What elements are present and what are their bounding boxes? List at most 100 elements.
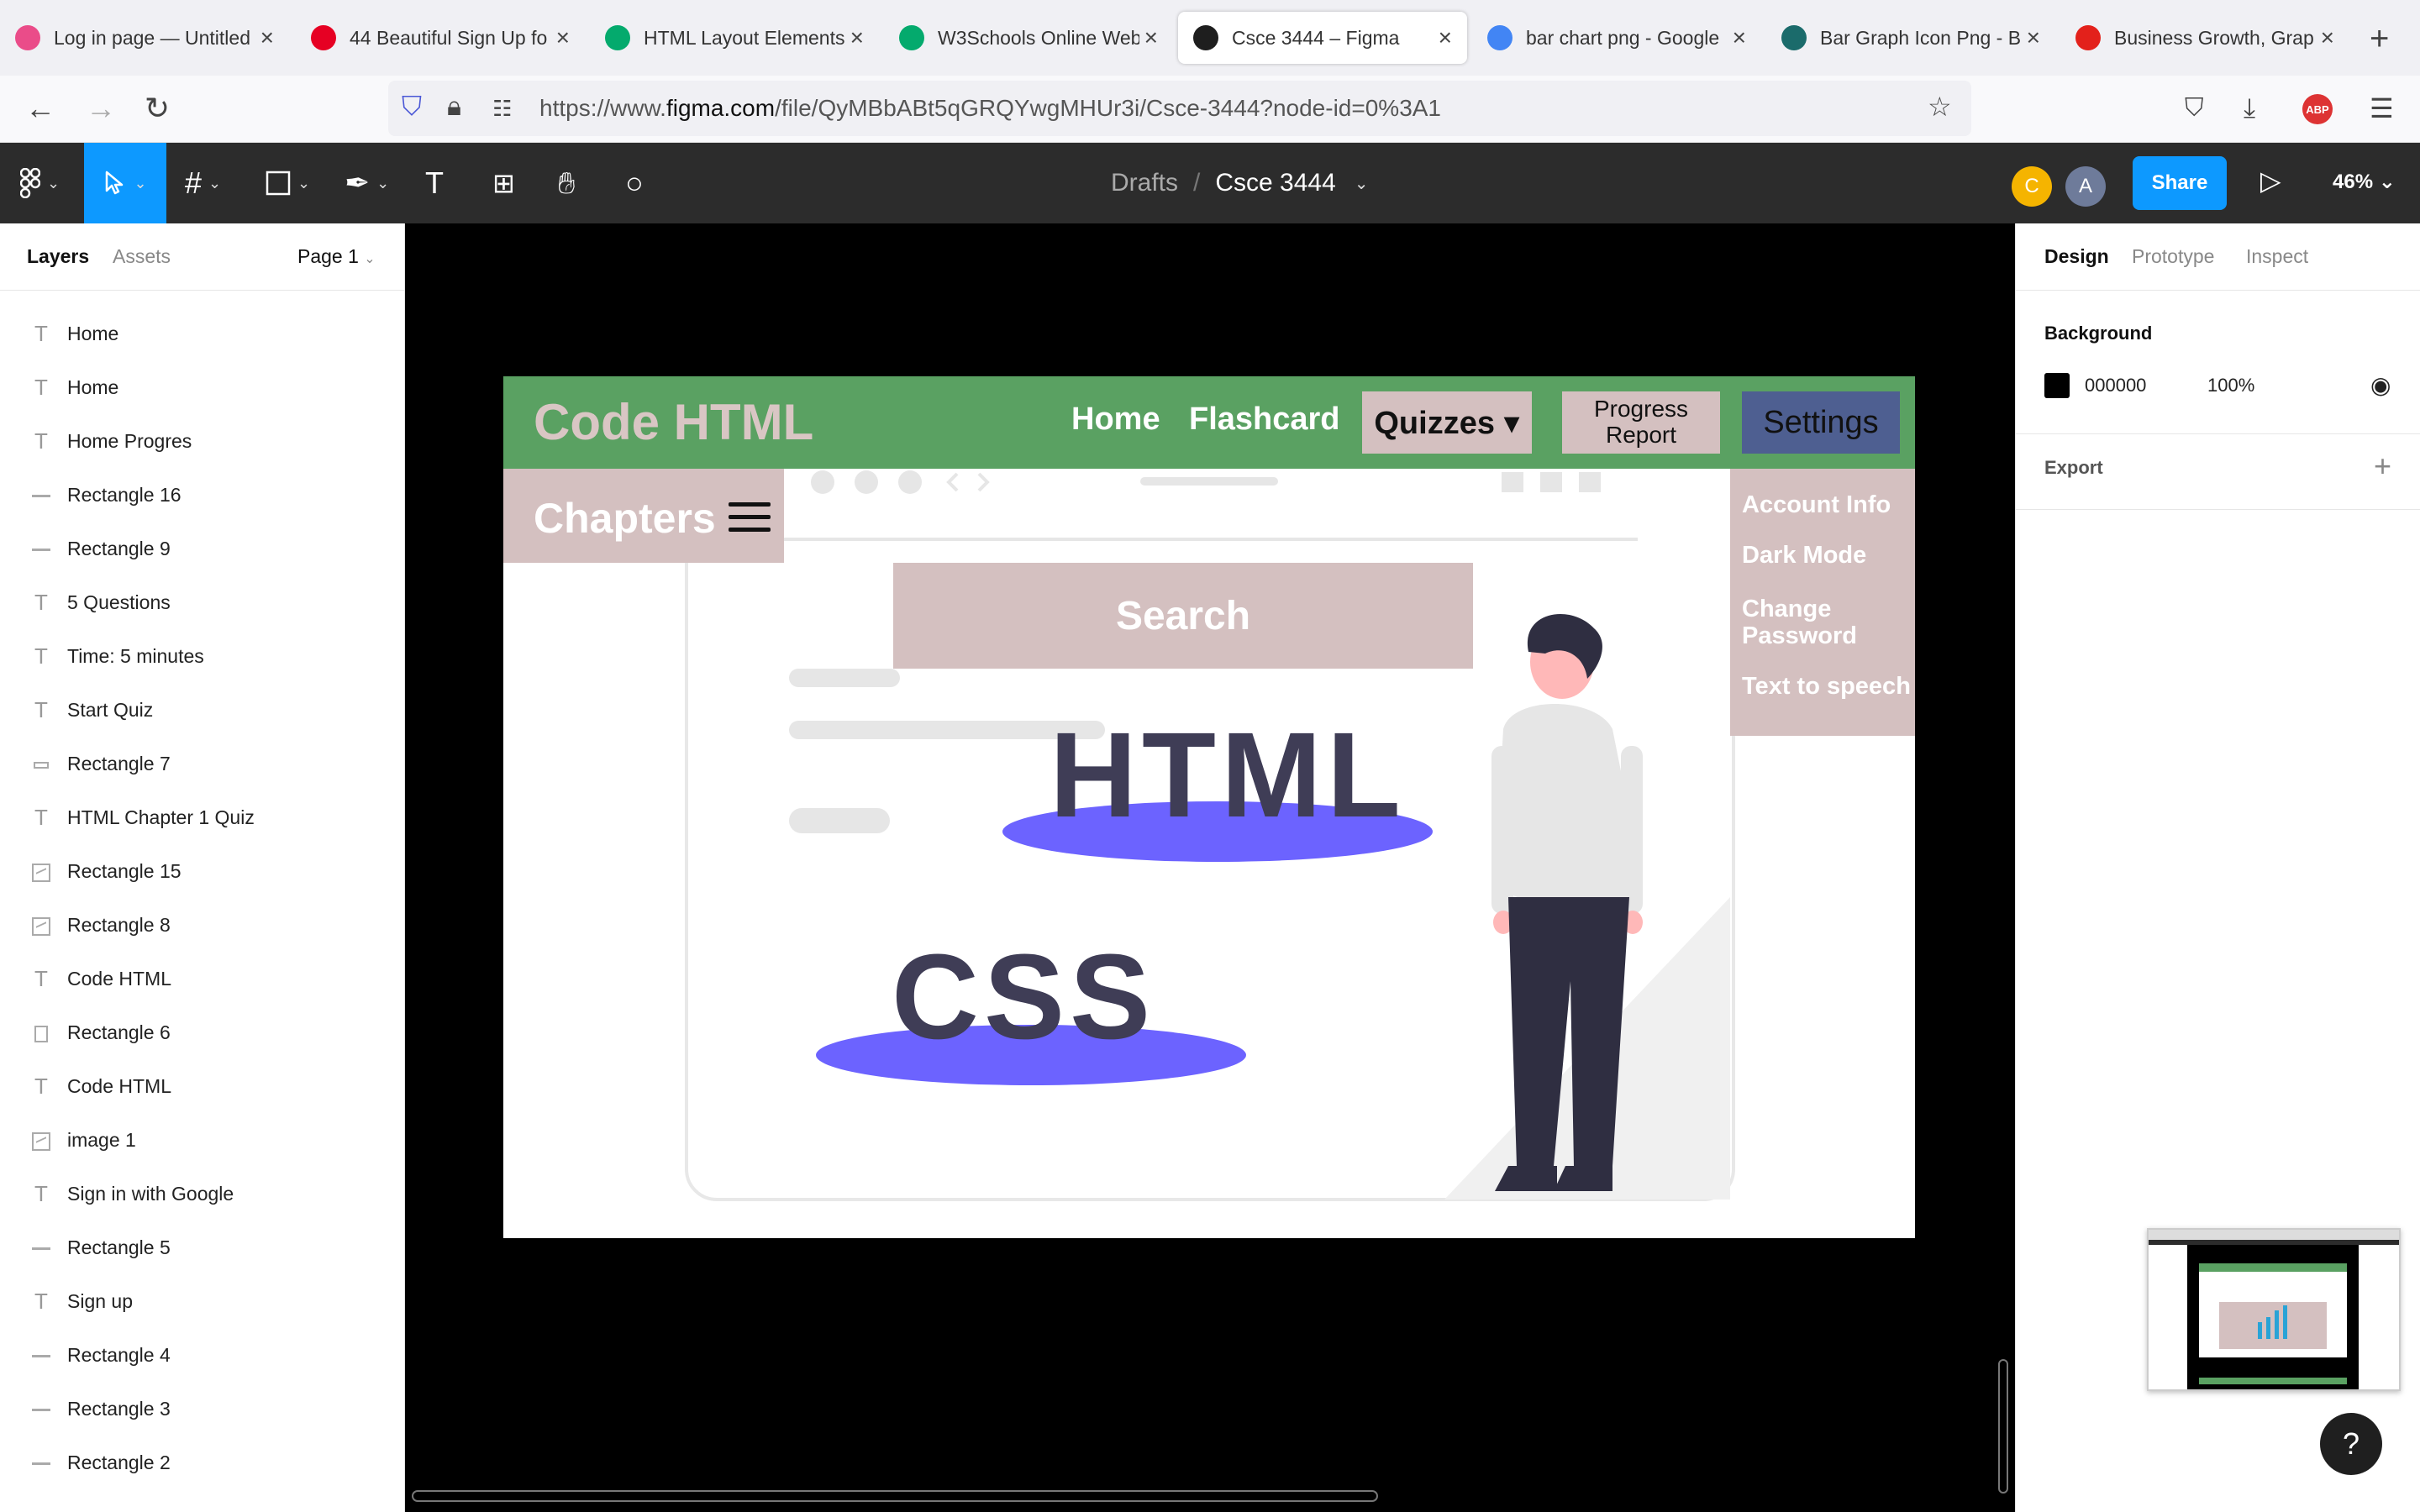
layer-row[interactable]: Rectangle 6 bbox=[0, 1005, 405, 1059]
layer-row[interactable]: T Sign in with Google bbox=[0, 1167, 405, 1221]
close-icon[interactable]: × bbox=[2027, 24, 2040, 51]
chapters-menu[interactable]: Chapters bbox=[503, 469, 784, 563]
layer-row[interactable]: T 5 Questions bbox=[0, 575, 405, 629]
design-frame[interactable]: HTML CSS Code HTML Home Flashcard Quizze… bbox=[503, 376, 1915, 1238]
layer-row[interactable]: T Time: 5 minutes bbox=[0, 629, 405, 683]
close-icon[interactable]: × bbox=[556, 24, 570, 51]
tab-layers[interactable]: Layers bbox=[27, 245, 89, 268]
browser-tab[interactable]: bar chart png - Google × bbox=[1472, 12, 1761, 64]
resources-icon[interactable]: ⊞ bbox=[492, 143, 515, 223]
avatar[interactable]: A bbox=[2065, 166, 2106, 207]
search-bar[interactable]: Search bbox=[893, 563, 1473, 669]
layer-row[interactable]: T Home Progres bbox=[0, 414, 405, 468]
breadcrumb-drafts[interactable]: Drafts bbox=[1111, 169, 1178, 197]
nav-settings-button[interactable]: Settings bbox=[1742, 391, 1900, 454]
downloads-icon[interactable]: ⤓ bbox=[2244, 92, 2255, 124]
close-icon[interactable]: × bbox=[1439, 24, 1452, 51]
layer-row[interactable]: T Code HTML bbox=[0, 952, 405, 1005]
image-layer-icon bbox=[29, 1127, 54, 1153]
layer-row[interactable]: Rectangle 7 bbox=[0, 737, 405, 790]
nav-progress-report-button[interactable]: Progress Report bbox=[1562, 391, 1720, 454]
menu-item-dark-mode[interactable]: Dark Mode bbox=[1742, 542, 1866, 570]
layer-row[interactable]: T Home bbox=[0, 360, 405, 414]
layer-row[interactable]: Rectangle 8 bbox=[0, 898, 405, 952]
back-icon[interactable]: ← bbox=[25, 91, 55, 126]
canvas-minimap[interactable] bbox=[2147, 1228, 2401, 1391]
menu-item-account-info[interactable]: Account Info bbox=[1742, 491, 1891, 519]
forward-icon[interactable]: → bbox=[86, 91, 116, 126]
background-hex-input[interactable]: 000000 bbox=[2085, 375, 2146, 396]
browser-tab[interactable]: Csce 3444 – Figma × bbox=[1178, 12, 1467, 64]
nav-quizzes-dropdown[interactable]: Quizzes ▾ bbox=[1362, 391, 1532, 454]
browser-tab[interactable]: Business Growth, Grap × bbox=[2060, 12, 2349, 64]
add-export-plus-icon[interactable]: + bbox=[2374, 449, 2391, 484]
bookmark-star-icon[interactable]: ☆ bbox=[1928, 91, 1952, 123]
url-text[interactable]: https://www.figma.com/file/QyMBbABt5qGRQ… bbox=[539, 95, 1441, 122]
nav-home-link[interactable]: Home bbox=[1071, 402, 1160, 438]
browser-tab[interactable]: W3Schools Online Web × bbox=[884, 12, 1173, 64]
menu-icon[interactable]: ☰ bbox=[2370, 92, 2394, 124]
shield-icon[interactable]: ⛉ bbox=[402, 91, 422, 123]
menu-item-change-password[interactable]: Change Password bbox=[1742, 596, 1876, 650]
close-icon[interactable]: × bbox=[1733, 24, 1746, 51]
close-icon[interactable]: × bbox=[1144, 24, 1158, 51]
browser-tab[interactable]: HTML Layout Elements × bbox=[590, 12, 879, 64]
chevron-down-icon[interactable]: ⌄ bbox=[1355, 173, 1369, 194]
horizontal-scrollbar[interactable] bbox=[412, 1490, 1378, 1502]
layer-row[interactable]: T Home bbox=[0, 307, 405, 360]
reload-icon[interactable]: ↻ bbox=[145, 91, 170, 126]
menu-item-text-to-speech[interactable]: Text to speech bbox=[1742, 673, 1911, 701]
tab-inspect[interactable]: Inspect bbox=[2246, 245, 2308, 268]
page-selector[interactable]: Page 1 ⌄ bbox=[297, 245, 376, 268]
layer-row[interactable]: Rectangle 16 bbox=[0, 468, 405, 522]
pen-tool-button[interactable]: ✒ ⌄ bbox=[345, 143, 389, 223]
site-logo[interactable]: Code HTML bbox=[534, 393, 813, 451]
file-name[interactable]: Csce 3444 bbox=[1215, 169, 1335, 197]
layer-row[interactable]: T Code HTML bbox=[0, 1059, 405, 1113]
avatar[interactable]: C bbox=[2012, 166, 2052, 207]
browser-tab[interactable]: 44 Beautiful Sign Up fo × bbox=[296, 12, 585, 64]
move-tool-button[interactable]: ⌄ bbox=[84, 143, 166, 223]
url-bar[interactable]: ⛉ 🔒︎ ☷ https://www.figma.com/file/QyMBbA… bbox=[388, 81, 1971, 136]
lock-icon[interactable]: 🔒︎ bbox=[447, 91, 461, 123]
layer-row[interactable]: Rectangle 4 bbox=[0, 1328, 405, 1382]
tab-prototype[interactable]: Prototype bbox=[2132, 245, 2214, 268]
close-icon[interactable]: × bbox=[850, 24, 864, 51]
tab-assets[interactable]: Assets bbox=[113, 245, 171, 268]
layer-row[interactable]: Rectangle 3 bbox=[0, 1382, 405, 1436]
eye-icon[interactable]: ◉ bbox=[2370, 371, 2391, 399]
text-tool-icon[interactable]: T bbox=[425, 143, 444, 223]
layer-row[interactable]: Rectangle 2 bbox=[0, 1436, 405, 1489]
layer-row[interactable]: Rectangle 5 bbox=[0, 1221, 405, 1274]
frame-tool-button[interactable]: # ⌄ bbox=[185, 143, 221, 223]
layer-row[interactable]: Rectangle 9 bbox=[0, 522, 405, 575]
background-opacity-input[interactable]: 100% bbox=[2207, 375, 2254, 396]
hand-tool-icon[interactable]: ✋︎ bbox=[558, 143, 576, 223]
vertical-scrollbar[interactable] bbox=[1998, 1359, 2008, 1494]
shape-tool-button[interactable]: ⌄ bbox=[266, 143, 310, 223]
layer-row[interactable]: T Sign up bbox=[0, 1274, 405, 1328]
layer-row[interactable]: T Start Quiz bbox=[0, 683, 405, 737]
tab-design[interactable]: Design bbox=[2044, 245, 2109, 268]
adblock-icon[interactable]: ABP bbox=[2302, 94, 2333, 124]
browser-tab[interactable]: Bar Graph Icon Png - B × bbox=[1766, 12, 2055, 64]
help-button[interactable]: ? bbox=[2320, 1413, 2382, 1475]
canvas[interactable]: HTML CSS Code HTML Home Flashcard Quizze… bbox=[405, 223, 2015, 1512]
share-button[interactable]: Share bbox=[2133, 156, 2227, 210]
background-color-swatch[interactable] bbox=[2044, 373, 2070, 398]
browser-tab[interactable]: Log in page — Untitled × bbox=[0, 12, 289, 64]
layer-row[interactable]: Rectangle 15 bbox=[0, 844, 405, 898]
comment-icon[interactable]: ○ bbox=[625, 143, 644, 223]
nav-flashcard-link[interactable]: Flashcard bbox=[1189, 402, 1340, 438]
layer-row[interactable]: image 1 bbox=[0, 1113, 405, 1167]
zoom-level[interactable]: 46% ⌄ bbox=[2333, 170, 2396, 194]
close-icon[interactable]: × bbox=[2321, 24, 2334, 51]
close-icon[interactable]: × bbox=[260, 24, 274, 51]
permissions-icon[interactable]: ☷ bbox=[492, 96, 512, 122]
present-play-icon[interactable]: ▷ bbox=[2260, 165, 2281, 197]
pocket-icon[interactable]: ⛉ bbox=[2185, 94, 2204, 123]
layer-row[interactable]: T HTML Chapter 1 Quiz bbox=[0, 790, 405, 844]
figma-menu-icon[interactable]: ⌄ bbox=[20, 143, 60, 223]
hamburger-menu-icon[interactable] bbox=[729, 502, 771, 533]
new-tab-button[interactable]: + bbox=[2370, 20, 2389, 58]
